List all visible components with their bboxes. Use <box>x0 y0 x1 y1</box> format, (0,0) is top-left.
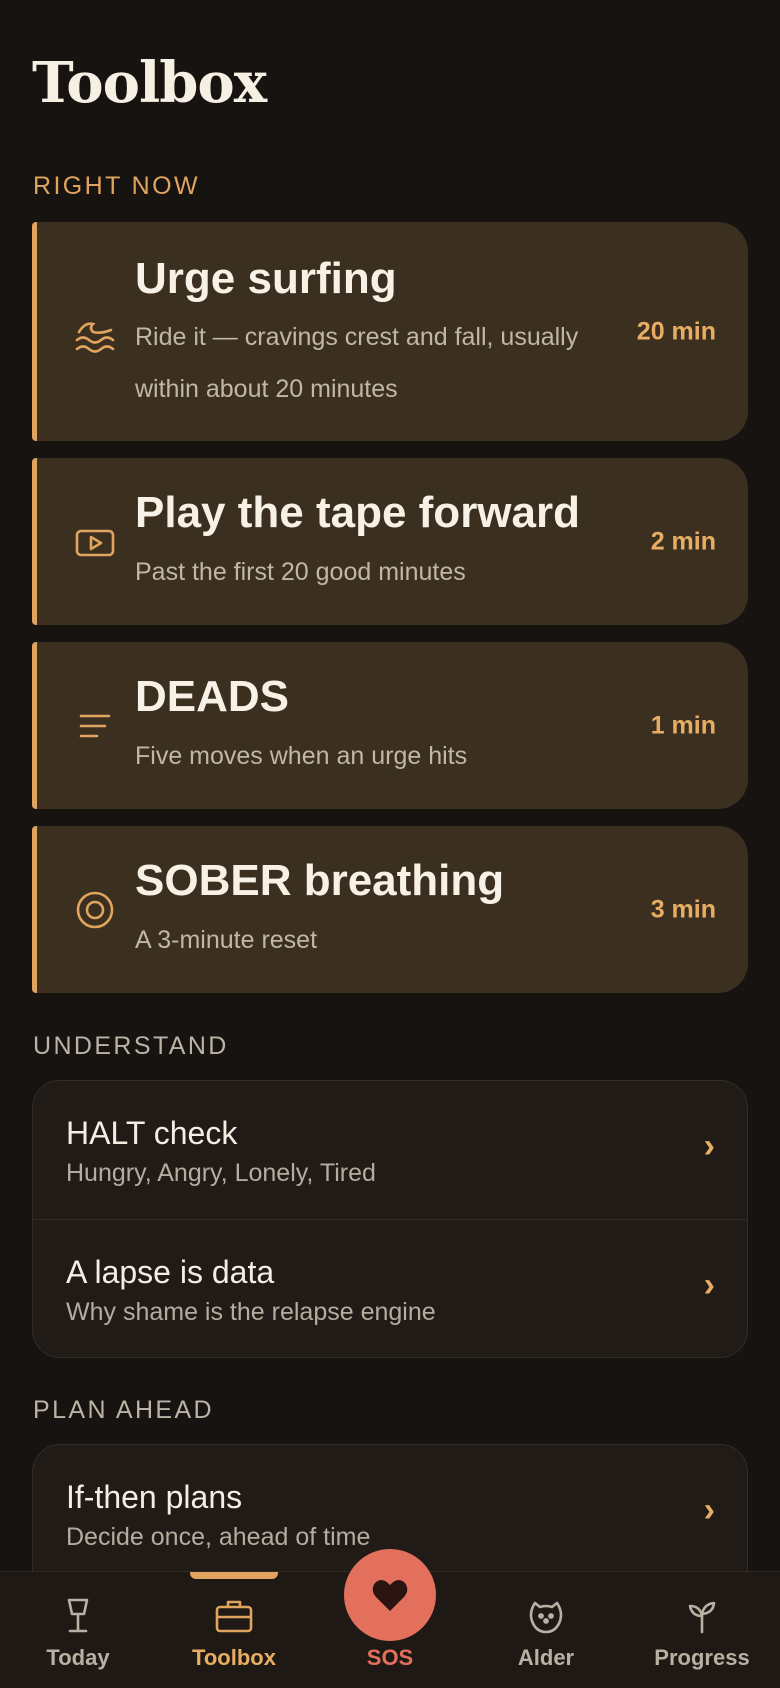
nav-label: Toolbox <box>192 1645 276 1670</box>
alder-face-icon <box>524 1594 568 1638</box>
list-item-a-lapse-is-data[interactable]: A lapse is data Why shame is the relapse… <box>33 1219 747 1357</box>
section-label-understand: UNDERSTAND <box>33 1032 229 1060</box>
nav-today[interactable]: Today <box>0 1572 156 1688</box>
list-item-subtitle: Hungry, Angry, Lonely, Tired <box>66 1159 376 1187</box>
nav-alder[interactable]: Alder <box>468 1572 624 1688</box>
briefcase-icon <box>212 1594 256 1638</box>
sos-label: SOS <box>366 1645 414 1670</box>
card-deads[interactable]: DEADS Five moves when an urge hits 1 min <box>32 642 748 809</box>
sprout-icon <box>680 1594 724 1638</box>
card-title: SOBER breathing <box>135 856 505 905</box>
card-duration: 1 min <box>650 711 716 739</box>
card-play-the-tape-forward[interactable]: Play the tape forward Past the first 20 … <box>32 458 748 625</box>
card-subtitle: Five moves when an urge hits <box>135 742 468 770</box>
nav-label: Today <box>46 1645 110 1670</box>
card-urge-surfing[interactable]: Urge surfing Ride it — cravings crest an… <box>32 222 748 441</box>
toolbox-screen: Toolbox RIGHT NOW Urge surfing Ride it —… <box>0 0 780 1688</box>
understand-list: HALT check Hungry, Angry, Lonely, Tired … <box>32 1080 748 1358</box>
nav-toolbox[interactable]: Toolbox <box>156 1572 312 1688</box>
nav-label: Alder <box>517 1645 575 1670</box>
list-item-subtitle: Decide once, ahead of time <box>66 1523 371 1551</box>
page-title: Toolbox <box>32 50 267 116</box>
card-duration: 20 min <box>636 317 716 345</box>
card-title: Play the tape forward <box>135 488 581 537</box>
card-title: DEADS <box>135 672 290 721</box>
card-sober-breathing[interactable]: SOBER breathing A 3-minute reset 3 min <box>32 826 748 993</box>
list-icon <box>73 704 117 748</box>
section-label-right-now: RIGHT NOW <box>33 172 200 200</box>
lamp-icon <box>56 1594 100 1638</box>
section-label-plan-ahead: PLAN AHEAD <box>33 1396 215 1424</box>
list-item-halt-check[interactable]: HALT check Hungry, Angry, Lonely, Tired … <box>33 1081 747 1219</box>
chevron-right-icon: › <box>703 1127 715 1165</box>
nav-progress[interactable]: Progress <box>624 1572 780 1688</box>
card-subtitle: Past the first 20 good minutes <box>135 558 466 586</box>
card-subtitle: Ride it — cravings crest and fall, usual… <box>135 323 579 403</box>
heart-icon <box>372 1579 408 1611</box>
card-duration: 3 min <box>650 895 716 923</box>
nav-label: Progress <box>654 1645 750 1670</box>
list-item-subtitle: Why shame is the relapse engine <box>66 1298 436 1326</box>
list-item-title: A lapse is data <box>66 1254 275 1290</box>
sos-button[interactable] <box>344 1549 436 1641</box>
waves-icon <box>73 310 117 354</box>
chevron-right-icon: › <box>703 1491 715 1529</box>
card-subtitle: A 3-minute reset <box>135 926 318 954</box>
play-icon <box>73 520 117 564</box>
card-duration: 2 min <box>650 527 716 555</box>
chevron-right-icon: › <box>703 1266 715 1304</box>
list-item-title: HALT check <box>66 1115 238 1151</box>
target-icon <box>73 888 117 932</box>
list-item-title: If-then plans <box>66 1479 243 1515</box>
card-title: Urge surfing <box>135 254 397 303</box>
